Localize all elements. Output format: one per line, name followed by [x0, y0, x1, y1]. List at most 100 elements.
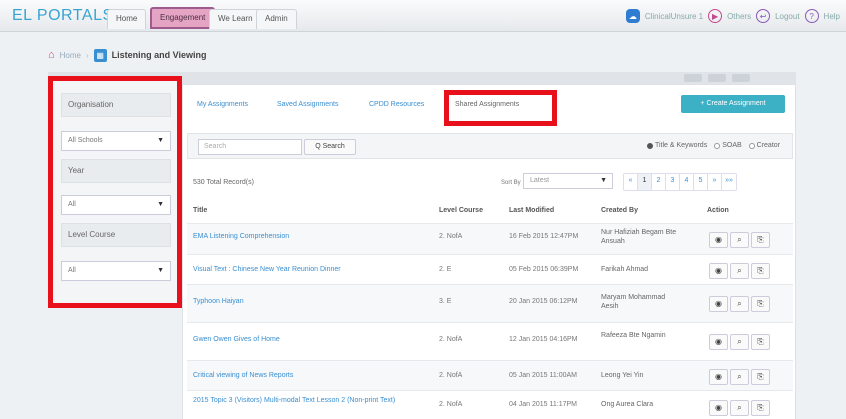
year-label: Year: [61, 159, 171, 183]
row-title-link[interactable]: 2015 Topic 3 (Visitors) Multi-modal Text…: [193, 396, 433, 405]
copy-icon[interactable]: ⎘: [751, 334, 770, 350]
column-header-created-by[interactable]: Created By: [601, 207, 638, 214]
user-name-link[interactable]: ClinicalUnsure 1: [645, 12, 703, 21]
row-level-course: 2. NofA: [439, 233, 463, 240]
school-select[interactable]: All Schools ▼: [61, 131, 171, 151]
row-level-course: 2. NofA: [439, 401, 463, 408]
search-button[interactable]: Q Search: [304, 139, 356, 155]
radio-dot: [748, 142, 755, 149]
pagination: « 1 2 3 4 5 » »»: [623, 173, 737, 191]
page-1[interactable]: 1: [638, 174, 652, 190]
strip-button-3[interactable]: [732, 74, 750, 82]
strip-button-2[interactable]: [708, 74, 726, 82]
preview-icon[interactable]: ⌕: [730, 263, 749, 279]
column-header-last-modified[interactable]: Last Modified: [509, 207, 554, 214]
view-icon[interactable]: ◉: [709, 263, 728, 279]
breadcrumb-home[interactable]: Home: [60, 51, 81, 60]
table-row: EMA Listening Comprehension 2. NofA 16 F…: [187, 223, 793, 254]
copy-icon[interactable]: ⎘: [751, 263, 770, 279]
page-3[interactable]: 3: [666, 174, 680, 190]
results-count: 530 Total Record(s): [193, 179, 254, 186]
row-level-course: 2. NofA: [439, 336, 463, 343]
copy-icon[interactable]: ⎘: [751, 400, 770, 416]
row-created-by: Nur Hafiziah Begam Bte Ansuah: [601, 229, 677, 245]
view-icon[interactable]: ◉: [709, 369, 728, 385]
row-last-modified: 16 Feb 2015 12:47PM: [509, 233, 579, 240]
sort-by-label: Sort By: [501, 180, 521, 186]
module-icon: ▦: [93, 48, 107, 62]
nav-tab-home[interactable]: Home: [107, 9, 147, 29]
page-title: Listening and Viewing: [111, 50, 207, 60]
row-last-modified: 04 Jan 2015 11:17PM: [509, 401, 577, 408]
page-next[interactable]: »: [708, 174, 722, 190]
help-link[interactable]: Help: [824, 12, 840, 21]
table-row: Critical viewing of News Reports 2. NofA…: [187, 360, 793, 390]
radio-creator[interactable]: Creator: [748, 142, 780, 149]
view-icon[interactable]: ◉: [709, 232, 728, 248]
copy-icon[interactable]: ⎘: [751, 232, 770, 248]
radio-title-keywords[interactable]: Title & Keywords: [646, 142, 708, 149]
nav-tab-admin[interactable]: Admin: [256, 9, 297, 29]
sort-select[interactable]: Latest ▼: [523, 173, 613, 189]
copy-icon[interactable]: ⎘: [751, 296, 770, 312]
create-assignment-button[interactable]: + Create Assignment: [681, 95, 785, 113]
tab-my-assignments[interactable]: My Assignments: [197, 101, 248, 108]
breadcrumb-separator: ›: [86, 50, 89, 60]
column-header-level-course[interactable]: Level Course: [439, 207, 483, 214]
preview-icon[interactable]: ⌕: [730, 334, 749, 350]
preview-icon[interactable]: ⌕: [730, 232, 749, 248]
row-actions: ◉ ⌕ ⎘: [709, 400, 770, 416]
preview-icon[interactable]: ⌕: [730, 369, 749, 385]
app-logo[interactable]: EL PORTALS: [12, 7, 114, 25]
row-created-by: Rafeeza Bte Ngamin: [601, 332, 666, 339]
others-icon: ▶: [708, 9, 723, 23]
view-icon[interactable]: ◉: [709, 296, 728, 312]
view-icon[interactable]: ◉: [709, 400, 728, 416]
year-select-value: All: [68, 201, 76, 208]
nav-tab-we-learn[interactable]: We Learn: [209, 9, 262, 29]
radio-label: Title & Keywords: [654, 142, 708, 149]
year-select[interactable]: All ▼: [61, 195, 171, 215]
row-title-link[interactable]: Typhoon Haiyan: [193, 297, 433, 306]
nav-tab-engagement[interactable]: Engagement: [150, 7, 216, 29]
tab-cpdd-resources[interactable]: CPDD Resources: [369, 101, 424, 108]
row-level-course: 2. E: [439, 266, 452, 273]
page-2[interactable]: 2: [652, 174, 666, 190]
home-icon[interactable]: ⌂: [48, 49, 55, 61]
tab-saved-assignments[interactable]: Saved Assignments: [277, 101, 338, 108]
view-icon[interactable]: ◉: [709, 334, 728, 350]
chevron-down-icon: ▼: [157, 137, 164, 144]
assignments-panel: My Assignments Saved Assignments CPDD Re…: [182, 84, 796, 419]
chevron-down-icon: ▼: [157, 267, 164, 274]
row-level-course: 2. NofA: [439, 372, 463, 379]
top-bar: EL PORTALS Home Engagement We Learn Admi…: [0, 0, 846, 32]
radio-soab[interactable]: SOAB: [714, 142, 742, 149]
strip-button-1[interactable]: [684, 74, 702, 82]
logout-link[interactable]: Logout: [775, 12, 799, 21]
search-scope-radios: Title & Keywords SOAB Creator: [646, 142, 780, 149]
row-created-by: Leong Yei Yin: [601, 372, 644, 379]
column-header-title[interactable]: Title: [193, 207, 207, 214]
preview-icon[interactable]: ⌕: [730, 296, 749, 312]
search-bar: Search Q Search Title & Keywords SOAB Cr…: [187, 133, 793, 159]
row-title-link[interactable]: Gwen Owen Gives of Home: [193, 335, 433, 344]
page-5[interactable]: 5: [694, 174, 708, 190]
preview-icon[interactable]: ⌕: [730, 400, 749, 416]
page-first[interactable]: «: [624, 174, 638, 190]
page-4[interactable]: 4: [680, 174, 694, 190]
search-input[interactable]: Search: [198, 139, 302, 155]
row-title-link[interactable]: Critical viewing of News Reports: [193, 371, 433, 380]
row-last-modified: 05 Feb 2015 06:39PM: [509, 266, 579, 273]
chevron-down-icon: ▼: [157, 201, 164, 208]
radio-dot-selected: [646, 142, 653, 149]
organisation-label: Organisation: [61, 93, 171, 117]
radio-dot: [714, 142, 721, 149]
table-row: Typhoon Haiyan 3. E 20 Jan 2015 06:12PM …: [187, 284, 793, 322]
copy-icon[interactable]: ⎘: [751, 369, 770, 385]
row-created-by: Farikah Ahmad: [601, 266, 649, 273]
row-title-link[interactable]: Visual Text : Chinese New Year Reunion D…: [193, 265, 433, 274]
page-last[interactable]: »»: [722, 174, 736, 190]
row-title-link[interactable]: EMA Listening Comprehension: [193, 232, 433, 241]
level-course-select[interactable]: All ▼: [61, 261, 171, 281]
others-link[interactable]: Others: [727, 12, 751, 21]
